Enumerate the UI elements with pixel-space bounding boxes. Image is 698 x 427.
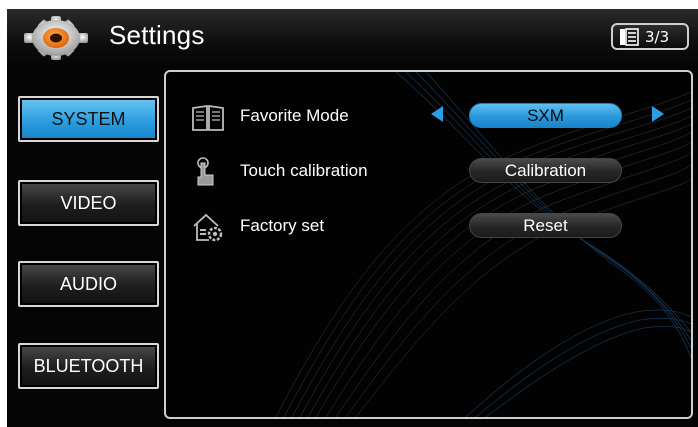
favorite-mode-next-arrow-icon[interactable] xyxy=(652,106,664,122)
favorite-mode-prev-arrow-icon[interactable] xyxy=(431,106,443,122)
sidebar-item-label: VIDEO xyxy=(60,192,117,213)
house-gear-icon xyxy=(193,213,223,242)
setting-row-touch-calibration: Touch calibration Calibration xyxy=(166,151,691,191)
page-title: Settings xyxy=(109,20,205,50)
setting-row-favorite-mode: Favorite Mode SXM xyxy=(166,96,691,136)
page-indicator-button[interactable]: 3/3 xyxy=(611,23,689,50)
sidebar-item-label: AUDIO xyxy=(59,273,117,294)
setting-row-factory-set: Factory set Reset xyxy=(166,206,691,246)
sidebar-item-label: SYSTEM xyxy=(51,108,126,129)
reset-button[interactable]: Reset xyxy=(469,213,622,238)
factory-set-label: Factory set xyxy=(240,216,325,235)
calibration-button[interactable]: Calibration xyxy=(469,158,622,183)
favorite-mode-value-button[interactable]: SXM xyxy=(469,103,622,128)
sidebar-item-label: BLUETOOTH xyxy=(33,355,144,376)
settings-panel: Favorite Mode SXM Touch calibration Cali… xyxy=(164,70,693,419)
sidebar-item-system[interactable]: SYSTEM xyxy=(18,96,159,142)
screen: Settings 3/3 SYSTEM VIDEO AUDIO BLUETOOT… xyxy=(7,9,698,427)
book-icon xyxy=(192,104,224,131)
display-frame: Settings 3/3 SYSTEM VIDEO AUDIO BLUETOOT… xyxy=(0,0,698,427)
sidebar-item-video[interactable]: VIDEO xyxy=(18,180,159,226)
pages-icon xyxy=(620,27,639,46)
touch-hand-icon xyxy=(197,157,214,186)
favorite-mode-label: Favorite Mode xyxy=(240,106,349,125)
sidebar-item-audio[interactable]: AUDIO xyxy=(18,261,159,307)
page-indicator-text: 3/3 xyxy=(645,27,670,46)
touch-calibration-label: Touch calibration xyxy=(240,161,368,180)
sidebar-item-bluetooth[interactable]: BLUETOOTH xyxy=(18,343,159,389)
gear-icon xyxy=(24,16,88,60)
header-bar: Settings 3/3 xyxy=(7,9,698,67)
